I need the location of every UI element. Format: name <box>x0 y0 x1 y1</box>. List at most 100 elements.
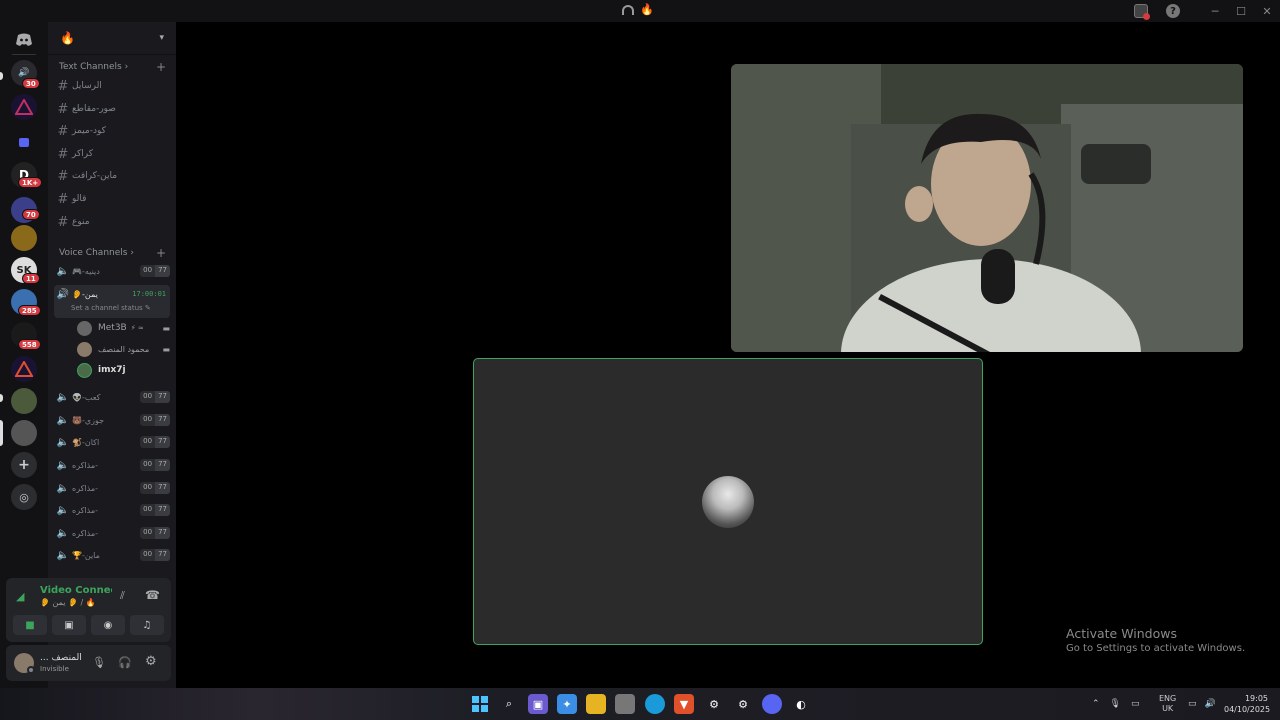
noise-suppression-icon[interactable]: ⫽ <box>120 589 125 603</box>
speaker-icon: 🔈 <box>56 414 70 426</box>
voice-channel[interactable]: 🔈 🎮-دينيه 00 77 <box>54 262 170 280</box>
voice-channel[interactable]: 🔈 🐒-اكان 00 77 <box>54 433 170 451</box>
text-channel[interactable]: # قالو <box>54 190 170 208</box>
search-icon[interactable]: ⌕ <box>499 694 519 714</box>
user-panel: ... المنصف Invisible 🎙 🎧 ⚙ <box>6 645 171 681</box>
chevron-up-icon[interactable]: ⌃ <box>1092 699 1100 709</box>
discover-icon[interactable]: ◎ <box>11 484 37 510</box>
gamepad-icon[interactable]: ▣ <box>528 694 548 714</box>
text-channel[interactable]: # منوع <box>54 213 170 231</box>
screenshare-button[interactable]: ▣ <box>52 615 86 635</box>
username[interactable]: ... المنصف <box>40 653 82 663</box>
close-button[interactable]: ✕ <box>1254 0 1280 22</box>
headphones-icon[interactable]: 🎧 <box>118 656 132 669</box>
voice-channel[interactable]: 🔈 👽-كعب 00 77 <box>54 388 170 406</box>
server-icon-triangle-2[interactable] <box>11 356 37 382</box>
server-header[interactable]: 🔥 ▾ <box>48 22 176 54</box>
soundboard-button[interactable]: ♫ <box>130 615 164 635</box>
file-explorer-icon[interactable] <box>586 694 606 714</box>
server-icon-triangle[interactable] <box>11 94 37 120</box>
mention-badge: 11 <box>22 273 40 284</box>
voice-channel[interactable]: 🔈 مذاكره- 00 77 <box>54 524 170 542</box>
hash-icon: # <box>57 214 69 230</box>
inbox-icon[interactable] <box>1134 4 1150 20</box>
text-channel[interactable]: # كود-ميمز <box>54 122 170 140</box>
display-tray-icon[interactable]: ▭ <box>1131 699 1140 709</box>
settings-icon[interactable]: ⚙ <box>733 694 753 714</box>
text-channel[interactable]: # كراكر <box>54 145 170 163</box>
server-pill-active <box>0 420 3 446</box>
camera-video-tile[interactable] <box>731 64 1243 352</box>
speaker-icon: 🔈 <box>56 436 70 448</box>
add-channel-icon[interactable]: + <box>156 246 166 260</box>
add-channel-icon[interactable]: + <box>156 60 166 74</box>
server-pill <box>0 72 3 80</box>
mic-tray-icon[interactable]: 🎙 <box>1110 699 1121 709</box>
user-video-tile[interactable] <box>473 358 983 645</box>
voice-channel[interactable]: 🔈 🏆-ماين 00 77 <box>54 546 170 564</box>
text-channel[interactable]: # ماين-كرافت <box>54 167 170 185</box>
speaker-icon: 🔈 <box>56 549 70 561</box>
mention-badge: 30 <box>22 78 40 89</box>
server-icon-current[interactable] <box>11 420 37 446</box>
invisible-status-icon <box>27 666 35 674</box>
camera-button[interactable]: ■ <box>13 615 47 635</box>
user-limit: 00 77 <box>140 482 170 494</box>
activities-button[interactable]: ◉ <box>91 615 125 635</box>
text-channel[interactable]: # صور-مقاطع <box>54 100 170 118</box>
hash-icon: # <box>57 168 69 184</box>
user-limit: 00 77 <box>140 391 170 403</box>
microphone-icon[interactable]: 🎙 <box>92 656 106 669</box>
minimize-button[interactable]: ─ <box>1202 0 1228 22</box>
server-icon-photo[interactable] <box>11 388 37 414</box>
mention-badge: 1K+ <box>18 177 43 188</box>
server-pill <box>0 394 3 402</box>
voice-connection-panel: ◢ Video Connected 👂 يمن 👂 / 🔥 ⫽ ☎ ■ ▣ ◉ … <box>6 578 171 642</box>
brave-icon[interactable]: ▼ <box>674 694 694 714</box>
start-icon[interactable] <box>470 694 490 714</box>
hash-icon: # <box>57 191 69 207</box>
pencil-icon: ✎ <box>144 304 151 312</box>
settings-gear-icon[interactable]: ⚙ <box>145 654 157 669</box>
disconnect-icon[interactable]: ☎ <box>145 588 160 602</box>
edge-icon[interactable] <box>645 694 665 714</box>
mention-badge: 285 <box>18 305 41 316</box>
speaker-icon: 🔈 <box>56 265 70 277</box>
voice-status[interactable]: Video Connected <box>40 585 112 596</box>
voice-channel[interactable]: 🔈 مذاكره- 00 77 <box>54 456 170 474</box>
language-indicator[interactable]: ENG UK <box>1159 694 1176 714</box>
store-icon[interactable] <box>615 694 635 714</box>
title-bar: 🔥 ? ─ ☐ ✕ <box>0 0 1280 22</box>
user-limit: 00 77 <box>140 527 170 539</box>
voice-user[interactable]: محمود المنصف ▬ <box>77 339 170 359</box>
app-icon-notification[interactable]: ◐ <box>791 694 811 714</box>
server-icon-character[interactable] <box>11 225 37 251</box>
copilot-icon[interactable]: ✦ <box>557 694 577 714</box>
server-name: 🔥 <box>60 31 75 45</box>
discord-icon[interactable] <box>762 694 782 714</box>
voice-user[interactable]: Met3B ⚡ ≈ ▬ <box>77 318 170 338</box>
voice-channel[interactable]: 🔈 مذاكره- 00 77 <box>54 501 170 519</box>
voice-location[interactable]: 👂 يمن 👂 / 🔥 <box>40 598 96 607</box>
voice-channel-active[interactable]: 🔊 👂-يمن 17:00:01 Set a channel status ✎ <box>54 285 170 318</box>
help-icon[interactable]: ? <box>1166 4 1180 18</box>
add-server-icon[interactable]: + <box>11 452 37 478</box>
speaker-icon: 🔈 <box>56 482 70 494</box>
voice-user[interactable]: imx7j <box>77 360 170 380</box>
user-status: Invisible <box>40 665 69 673</box>
volume-icon: 🔊 <box>1204 699 1216 709</box>
folder-icon[interactable] <box>11 129 37 155</box>
quick-settings[interactable]: ▭ 🔊 <box>1188 688 1216 720</box>
voice-channel[interactable]: 🔈 🐻-جوزي 00 77 <box>54 411 170 429</box>
clock[interactable]: 19:05 04/10/2025 <box>1224 693 1270 715</box>
speaker-icon: 🔈 <box>56 504 70 516</box>
category-text-channels[interactable]: Text Channels › + <box>59 60 166 74</box>
steam-icon[interactable]: ⚙ <box>704 694 724 714</box>
channel-status[interactable]: Set a channel status ✎ <box>71 304 151 312</box>
text-channel[interactable]: # الرسايل <box>54 77 170 95</box>
voice-channel[interactable]: 🔈 مذاكره- 00 77 <box>54 479 170 497</box>
category-voice-channels[interactable]: Voice Channels › + <box>59 246 166 260</box>
maximize-button[interactable]: ☐ <box>1228 0 1254 22</box>
discord-logo-icon[interactable] <box>11 27 37 53</box>
avatar <box>77 320 92 336</box>
